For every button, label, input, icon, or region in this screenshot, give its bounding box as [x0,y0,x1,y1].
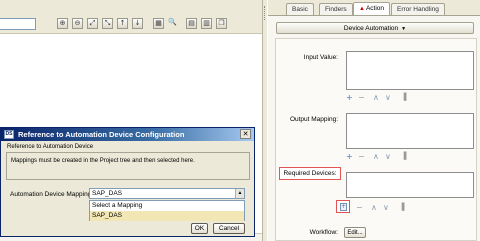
required-devices-label: Required Devices: [279,167,341,180]
remove-icon[interactable]: − [358,152,365,161]
mapping-select[interactable]: SAP_DAS ▲ [89,188,245,199]
add-device-icon: + [340,203,347,211]
divider-grip [264,6,266,20]
layout-alt-icon[interactable]: ▥ [201,18,212,29]
input-value-list[interactable] [346,51,474,90]
move-up-icon[interactable]: ∧ [373,93,379,102]
restore-icon[interactable]: ❐ [216,18,227,29]
move-up-icon[interactable]: ∧ [371,203,377,212]
grip-icon: ▐ [401,93,407,101]
required-devices-add-button[interactable]: + [336,200,350,213]
mapping-dropdown-list: Select a Mapping SAP_DAS [89,200,245,221]
output-mapping-list[interactable] [346,113,474,149]
required-devices-tools: − ∧ ∨ ▐ [356,203,476,213]
chevron-up-icon[interactable]: ▲ [235,189,244,198]
output-mapping-tools: + − ∧ ∨ ▐ [346,152,474,162]
remove-icon[interactable]: − [356,203,363,212]
tab-action[interactable]: ▲Action [353,2,391,16]
dialog-group-label: Reference to Automation Device [7,144,94,150]
add-icon[interactable]: + [346,152,353,161]
workflow-edit-button[interactable]: Edit... [344,227,366,238]
action-properties: Input Value: + − ∧ ∨ ▐ Output Mapping: +… [275,38,477,241]
grip-icon: ▐ [399,203,405,211]
input-value-tools: + − ∧ ∨ ▐ [346,93,474,103]
mapping-option[interactable]: Select a Mapping [90,201,244,211]
zoom-in-icon[interactable]: ⊕ [57,18,68,29]
mapping-option-selected[interactable]: SAP_DAS [90,211,244,221]
dialog-title-bar[interactable]: DS Reference to Automation Device Config… [1,128,254,141]
automation-device-dialog: DS Reference to Automation Device Config… [0,127,255,237]
toolbar-input[interactable] [0,18,36,30]
move-down-icon[interactable]: ∨ [385,152,391,161]
mapping-select-value: SAP_DAS [92,190,122,197]
layout-icon[interactable]: ▤ [186,18,197,29]
required-devices-list[interactable] [346,172,474,198]
device-automation-button[interactable]: Device Automation ▼ [276,22,474,34]
remove-icon[interactable]: − [358,93,365,102]
arrow-down-icon[interactable]: ↓ [132,18,143,29]
chevron-down-icon: ▼ [401,26,407,32]
move-down-icon[interactable]: ∨ [383,203,389,212]
workflow-label: Workflow: [309,229,338,236]
grip-icon: ▐ [401,152,407,160]
cancel-button[interactable]: Cancel [213,223,245,234]
add-icon[interactable]: + [346,93,353,102]
ok-button[interactable]: OK [191,223,208,234]
mapping-label: Automation Device Mapping: [10,191,94,198]
dialog-title: Reference to Automation Device Configura… [18,130,185,139]
editor-toolbar: ⊕ ⊖ ⤢ ⤡ ↑ ↓ ▦ 🔍 ▤ ▥ ❐ [0,0,262,34]
search-icon[interactable]: 🔍 [167,18,178,29]
grid-icon[interactable]: ▦ [153,18,164,29]
tab-underline [268,15,480,16]
input-value-label: Input Value: [303,54,338,61]
close-icon[interactable]: ✕ [240,129,251,139]
dialog-group-box [6,152,250,180]
properties-pane: Basic Finders ▲Action Error Handling Dev… [268,0,480,241]
arrow-up-icon[interactable]: ↑ [117,18,128,29]
move-down-icon[interactable]: ∨ [385,93,391,102]
warning-triangle-icon: ▲ [359,6,365,12]
move-up-icon[interactable]: ∧ [373,152,379,161]
zoom-fit-icon[interactable]: ⤢ [87,18,98,29]
tab-bar: Basic Finders ▲Action Error Handling [268,0,480,16]
dialog-message: Mappings must be created in the Project … [11,158,195,164]
zoom-actual-icon[interactable]: ⤡ [102,18,113,29]
output-mapping-label: Output Mapping: [289,116,338,123]
zoom-out-icon[interactable]: ⊖ [72,18,83,29]
app-icon: DS [4,130,14,139]
